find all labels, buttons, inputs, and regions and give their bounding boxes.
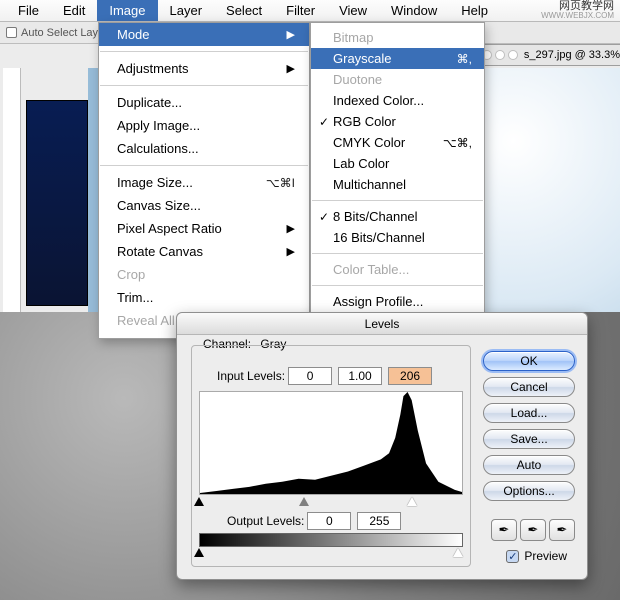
mode-indexed[interactable]: Indexed Color... — [311, 90, 484, 111]
traffic-dot[interactable] — [508, 50, 518, 60]
mode-16bit[interactable]: 16 Bits/Channel — [311, 227, 484, 248]
mode-8bit[interactable]: ✓8 Bits/Channel — [311, 206, 484, 227]
preview-label: Preview — [524, 549, 567, 563]
cancel-button[interactable]: Cancel — [483, 377, 575, 397]
menu-crop: Crop — [99, 263, 309, 286]
menu-mode[interactable]: Mode▶ — [99, 23, 309, 46]
output-white-handle[interactable] — [453, 548, 463, 557]
menu-window[interactable]: Window — [379, 0, 449, 21]
output-low-field[interactable]: 0 — [307, 512, 351, 530]
chevron-right-icon: ▶ — [287, 62, 295, 75]
mode-grayscale[interactable]: Grayscale⌘, — [311, 48, 484, 69]
mode-lab[interactable]: Lab Color — [311, 153, 484, 174]
menubar: File Edit Image Layer Select Filter View… — [0, 0, 620, 22]
menu-calculations[interactable]: Calculations... — [99, 137, 309, 160]
menu-edit[interactable]: Edit — [51, 0, 97, 21]
output-black-handle[interactable] — [194, 548, 204, 557]
dark-image-thumb — [26, 100, 88, 306]
check-icon: ✓ — [319, 115, 333, 129]
menu-file[interactable]: File — [6, 0, 51, 21]
options-button[interactable]: Options... — [483, 481, 575, 501]
input-white-handle[interactable] — [407, 497, 417, 506]
menu-rotate-canvas[interactable]: Rotate Canvas▶ — [99, 240, 309, 263]
input-levels-row: Input Levels: 0 1.00 206 — [217, 367, 435, 385]
eyedropper-black-icon[interactable]: ✒ — [491, 519, 517, 541]
input-mid-field[interactable]: 1.00 — [338, 367, 382, 385]
mode-multichannel[interactable]: Multichannel — [311, 174, 484, 195]
chevron-right-icon: ▶ — [287, 245, 295, 258]
doc-zoom: 33.3% — [589, 49, 620, 61]
brand-sub: WWW.WEBJX.COM — [541, 12, 614, 20]
menu-duplicate[interactable]: Duplicate... — [99, 91, 309, 114]
menu-view[interactable]: View — [327, 0, 379, 21]
menu-select[interactable]: Select — [214, 0, 274, 21]
preview-checkbox[interactable]: ✓ — [506, 550, 519, 563]
menu-apply-image[interactable]: Apply Image... — [99, 114, 309, 137]
doc-name: s_297.jpg — [524, 49, 572, 61]
mode-cmyk[interactable]: CMYK Color⌥⌘, — [311, 132, 484, 153]
output-slider[interactable] — [199, 548, 463, 560]
input-gray-handle[interactable] — [299, 497, 309, 506]
dialog-buttons: OK Cancel Load... Save... Auto Options..… — [483, 351, 575, 501]
mode-duotone: Duotone — [311, 69, 484, 90]
ok-button[interactable]: OK — [483, 351, 575, 371]
chevron-right-icon: ▶ — [287, 222, 295, 235]
eyedropper-gray-icon[interactable]: ✒ — [520, 519, 546, 541]
eyedropper-tools: ✒ ✒ ✒ — [491, 519, 575, 541]
auto-button[interactable]: Auto — [483, 455, 575, 475]
output-levels-row: Output Levels: 0 255 — [227, 512, 404, 530]
mode-color-table: Color Table... — [311, 259, 484, 280]
brand-logo: 网页教学网 WWW.WEBJX.COM — [541, 1, 614, 20]
menu-filter[interactable]: Filter — [274, 0, 327, 21]
menu-adjustments[interactable]: Adjustments▶ — [99, 57, 309, 80]
output-gradient — [199, 533, 463, 547]
mode-assign-profile[interactable]: Assign Profile... — [311, 291, 484, 312]
dialog-title: Levels — [177, 313, 587, 335]
levels-dialog: Levels Channel: Gray Input Levels: 0 1.0… — [176, 312, 588, 580]
menu-image[interactable]: Image — [97, 0, 157, 21]
preview-row: ✓ Preview — [506, 549, 567, 563]
traffic-dot[interactable] — [495, 50, 505, 60]
mode-rgb[interactable]: ✓RGB Color — [311, 111, 484, 132]
menu-canvas-size[interactable]: Canvas Size... — [99, 194, 309, 217]
auto-select-layer-label: Auto Select Layer — [21, 27, 108, 39]
save-button[interactable]: Save... — [483, 429, 575, 449]
output-high-field[interactable]: 255 — [357, 512, 401, 530]
input-slider[interactable] — [199, 497, 463, 509]
menu-layer[interactable]: Layer — [158, 0, 215, 21]
input-black-handle[interactable] — [194, 497, 204, 506]
histogram — [199, 391, 463, 495]
input-high-field[interactable]: 206 — [388, 367, 432, 385]
check-icon: ✓ — [319, 210, 333, 224]
document-tab[interactable]: s_297.jpg @ 33.3% — [478, 44, 620, 66]
image-menu-dropdown: Mode▶ Adjustments▶ Duplicate... Apply Im… — [98, 22, 310, 339]
menu-help[interactable]: Help — [449, 0, 500, 21]
menu-image-size[interactable]: Image Size...⌥⌘I — [99, 171, 309, 194]
load-button[interactable]: Load... — [483, 403, 575, 423]
mode-submenu: Bitmap Grayscale⌘, Duotone Indexed Color… — [310, 22, 485, 319]
eyedropper-white-icon[interactable]: ✒ — [549, 519, 575, 541]
auto-select-layer-checkbox[interactable] — [6, 27, 17, 38]
chevron-right-icon: ▶ — [287, 28, 295, 41]
menu-pixel-aspect[interactable]: Pixel Aspect Ratio▶ — [99, 217, 309, 240]
mode-bitmap: Bitmap — [311, 27, 484, 48]
menu-trim[interactable]: Trim... — [99, 286, 309, 309]
input-low-field[interactable]: 0 — [288, 367, 332, 385]
